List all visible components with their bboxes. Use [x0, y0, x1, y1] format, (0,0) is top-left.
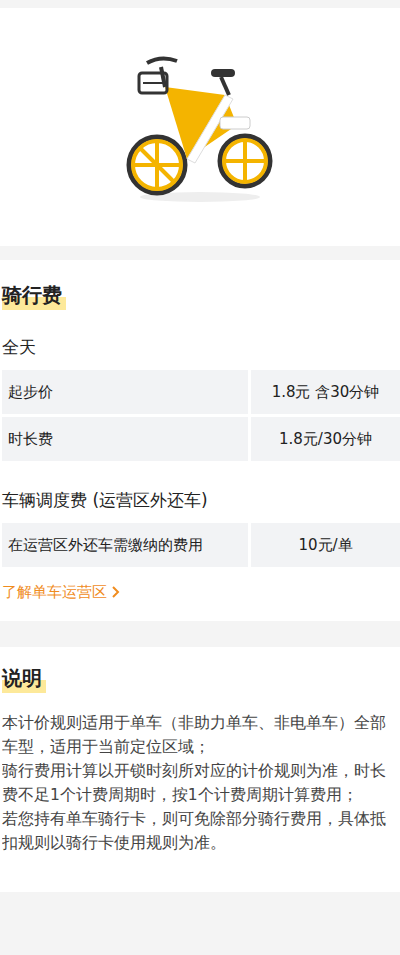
fee-table: 在运营区外还车需缴纳的费用10元/单	[2, 523, 400, 567]
note-line: 费不足1个计费周期时，按1个计费周期计算费用；	[2, 783, 400, 807]
bike-image-card	[0, 8, 400, 246]
bike-icon	[125, 47, 275, 207]
fee-section: 骑行费全天起步价1.8元 含30分钟时长费1.8元/30分钟车辆调度费 (运营区…	[0, 260, 400, 621]
operating-area-link[interactable]: 了解单车运营区	[2, 581, 400, 603]
note-line: 本计价规则适用于单车（非助力单车、非电单车）全部	[2, 711, 400, 735]
fee-row: 在运营区外还车需缴纳的费用10元/单	[2, 523, 400, 567]
notes-section: 说明本计价规则适用于单车（非助力单车、非电单车）全部车型，适用于当前定位区域；骑…	[0, 647, 400, 892]
link-label[interactable]: 了解单车运营区	[2, 581, 107, 603]
fee-value: 10元/单	[251, 523, 400, 567]
ride-fee-title: 骑行费	[2, 280, 66, 310]
note-line: 扣规则以骑行卡使用规则为准。	[2, 831, 400, 855]
fee-value: 1.8元 含30分钟	[251, 370, 400, 414]
chevron-right-icon[interactable]	[111, 585, 121, 599]
dispatch-fee-title: 车辆调度费 (运营区外还车)	[2, 487, 400, 513]
period-label: 全天	[2, 334, 400, 360]
fee-label: 在运营区外还车需缴纳的费用	[2, 523, 248, 567]
fee-label: 起步价	[2, 370, 248, 414]
note-line: 骑行费用计算以开锁时刻所对应的计价规则为准，时长	[2, 759, 400, 783]
fee-value: 1.8元/30分钟	[251, 417, 400, 461]
notes-list: 本计价规则适用于单车（非助力单车、非电单车）全部车型，适用于当前定位区域；骑行费…	[2, 711, 400, 855]
fee-row: 起步价1.8元 含30分钟	[2, 370, 400, 414]
fee-row: 时长费1.8元/30分钟	[2, 417, 400, 461]
fee-label: 时长费	[2, 417, 248, 461]
note-line: 车型，适用于当前定位区域；	[2, 735, 400, 759]
fee-table: 起步价1.8元 含30分钟时长费1.8元/30分钟	[2, 370, 400, 461]
note-line: 若您持有单车骑行卡，则可免除部分骑行费用，具体抵	[2, 807, 400, 831]
notes-title: 说明	[2, 663, 46, 693]
